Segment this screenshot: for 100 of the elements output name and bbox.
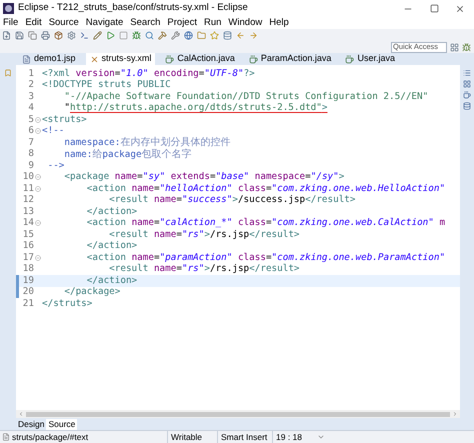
editor-tab[interactable]: demo1.jsp <box>18 53 80 65</box>
folder-icon <box>197 30 206 40</box>
code-line: <result name="rs">/rs.jsp</result> <box>108 262 300 276</box>
line-number: 13 <box>22 204 34 218</box>
line-number: 6 <box>27 124 34 138</box>
collapse-icon[interactable] <box>35 128 41 134</box>
status-position: 19 : 18 <box>272 430 317 443</box>
code-line: <struts> <box>42 112 87 126</box>
database-icon[interactable] <box>463 102 471 110</box>
code-line: --> <box>46 158 64 173</box>
forward-icon <box>249 30 258 40</box>
toolbar-button[interactable] <box>15 30 24 40</box>
menu-item[interactable]: Help <box>269 16 289 30</box>
line-number: 20 <box>22 285 34 299</box>
line-number: 21 <box>22 296 34 311</box>
toolbar-button[interactable] <box>171 30 180 40</box>
perspective-icon[interactable] <box>450 42 459 52</box>
menu-item[interactable]: Window <box>228 16 262 30</box>
code-line: </package> <box>63 285 120 299</box>
toolbar-button[interactable] <box>106 30 115 40</box>
search-icon <box>145 30 154 40</box>
line-number: 11 <box>22 182 34 195</box>
toolbar-button[interactable] <box>93 30 102 40</box>
dropdown-icon[interactable] <box>317 433 325 441</box>
menu-item[interactable]: Run <box>204 16 222 30</box>
bug-icon <box>132 30 141 40</box>
grid-icon[interactable] <box>463 80 471 88</box>
menu-item[interactable]: Edit <box>25 16 42 30</box>
editor-tab[interactable]: User.java <box>341 53 399 65</box>
line-number: 7 <box>27 136 34 149</box>
horizontal-scrollbar[interactable] <box>26 412 450 416</box>
toolbar-button[interactable] <box>80 30 89 40</box>
toolbar-button[interactable] <box>54 30 63 40</box>
toolbar-button[interactable] <box>67 30 76 40</box>
toolbar-button[interactable] <box>41 30 50 40</box>
toolbar-button[interactable] <box>249 30 258 40</box>
line-number: 14 <box>22 216 34 230</box>
wrench-icon <box>171 30 180 40</box>
copy-icon <box>28 30 37 40</box>
toolbar-button[interactable] <box>184 30 193 40</box>
line-number: 15 <box>22 228 34 241</box>
java-icon[interactable] <box>463 91 471 99</box>
menu-item[interactable]: Search <box>130 16 160 30</box>
status-path: struts/package/#text <box>12 430 90 443</box>
scroll-right-icon[interactable] <box>452 411 458 417</box>
code-line: </action> <box>86 204 138 218</box>
editor-tab[interactable]: CalAction.java <box>161 53 239 65</box>
code-line: <?xml version="1.0" encoding="UTF-8"?> <box>42 66 255 80</box>
java-file-icon <box>165 54 174 64</box>
code-line: <action name="calAction_*" class="com.zking.one.web.CalAction" m <box>86 216 446 230</box>
play-icon <box>106 30 115 40</box>
terminal-icon <box>80 30 89 40</box>
menu-item[interactable]: Navigate <box>86 16 124 30</box>
line-number: 18 <box>22 262 34 276</box>
code-line: <package name="sy" extends="base" namespace="/sy"> <box>63 170 344 184</box>
toolbar-button[interactable] <box>132 30 141 40</box>
bug-icon[interactable] <box>462 42 471 52</box>
view-tab[interactable]: Design <box>16 418 46 430</box>
toolbar-button[interactable] <box>145 30 154 40</box>
collapse-icon[interactable] <box>35 254 41 261</box>
code-line: </action> <box>86 274 138 287</box>
collapse-icon[interactable] <box>35 220 41 226</box>
outline-icon[interactable] <box>463 69 471 77</box>
line-number: 1 <box>27 66 34 80</box>
bookmark-icon <box>4 69 12 77</box>
code-line: namespace:在内存中划分具体的控件 <box>63 136 230 148</box>
collapse-icon[interactable] <box>35 186 41 192</box>
status-insert-mode: Smart Insert <box>217 430 272 443</box>
new-file-icon <box>2 30 11 40</box>
globe-icon <box>184 30 193 40</box>
code-line: <action name="helloAction" class="com.zking.one.web.HelloAction" <box>86 182 446 194</box>
java-file-icon <box>248 54 258 64</box>
toolbar-button[interactable] <box>223 30 232 40</box>
collapse-icon[interactable] <box>35 174 41 180</box>
editor-tab[interactable]: ParamAction.java <box>244 53 336 65</box>
printer-icon <box>41 30 50 40</box>
menu-item[interactable]: Source <box>48 16 79 30</box>
code-line: <!-- <box>42 124 64 138</box>
toolbar-button[interactable] <box>158 30 167 40</box>
line-number: 17 <box>22 250 34 264</box>
toolbar-button[interactable] <box>236 30 245 40</box>
java-file-icon <box>345 54 354 64</box>
line-number: 4 <box>27 101 34 115</box>
menu-item[interactable]: Project <box>167 16 197 30</box>
editor-tab[interactable]: struts-sy.xml <box>86 53 156 65</box>
code-line: <result name="success">/success.jsp</result> <box>108 193 356 207</box>
view-tab[interactable]: Source <box>46 418 78 430</box>
jsp-file-icon <box>22 54 31 64</box>
back-icon <box>236 30 245 40</box>
toolbar-button[interactable] <box>28 30 37 40</box>
code-line: "http://struts.apache.org/dtds/struts-2.5.dtd"> <box>63 101 328 116</box>
toolbar-button[interactable] <box>197 30 206 40</box>
line-number: 2 <box>27 78 34 92</box>
status-mode: Writable <box>167 430 217 443</box>
hammer-icon <box>158 30 167 40</box>
app-logo-icon <box>3 3 14 14</box>
toolbar-button[interactable] <box>2 30 11 40</box>
collapse-icon[interactable] <box>35 116 41 123</box>
menu-item[interactable]: File <box>3 16 18 30</box>
scroll-left-icon[interactable] <box>18 411 24 417</box>
